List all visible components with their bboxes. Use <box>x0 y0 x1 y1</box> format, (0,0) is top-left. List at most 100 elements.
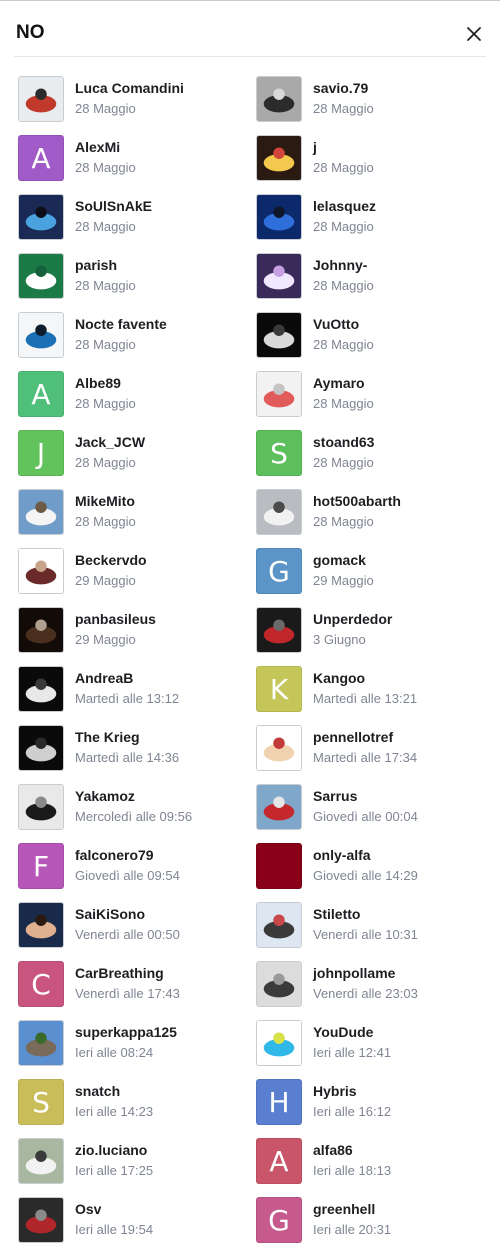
person-name[interactable]: Stiletto <box>313 906 360 922</box>
person-name[interactable]: Beckervdo <box>75 552 147 568</box>
avatar[interactable] <box>18 784 64 830</box>
person-name[interactable]: Hybris <box>313 1083 357 1099</box>
avatar[interactable] <box>18 548 64 594</box>
person-item[interactable]: VuOtto 28 Maggio <box>256 306 494 365</box>
person-item[interactable]: Osv Ieri alle 19:54 <box>18 1191 256 1250</box>
person-item[interactable]: Luca Comandini 28 Maggio <box>18 70 256 129</box>
avatar[interactable] <box>256 902 302 948</box>
person-item[interactable]: H Hybris Ieri alle 16:12 <box>256 1073 494 1132</box>
person-name[interactable]: AlexMi <box>75 139 120 155</box>
person-item[interactable]: savio.79 28 Maggio <box>256 70 494 129</box>
avatar[interactable] <box>18 312 64 358</box>
avatar[interactable] <box>18 725 64 771</box>
avatar[interactable]: A <box>256 1138 302 1184</box>
person-item[interactable]: A Albe89 28 Maggio <box>18 365 256 424</box>
person-item[interactable]: zio.luciano Ieri alle 17:25 <box>18 1132 256 1191</box>
person-name[interactable]: panbasileus <box>75 611 156 627</box>
person-item[interactable]: Aymaro 28 Maggio <box>256 365 494 424</box>
person-name[interactable]: SaiKiSono <box>75 906 145 922</box>
avatar[interactable]: A <box>18 135 64 181</box>
person-name[interactable]: Aymaro <box>313 375 365 391</box>
person-name[interactable]: AndreaB <box>75 670 133 686</box>
avatar[interactable] <box>256 76 302 122</box>
person-name[interactable]: falconero79 <box>75 847 154 863</box>
avatar[interactable] <box>256 784 302 830</box>
person-item[interactable]: j 28 Maggio <box>256 129 494 188</box>
person-item[interactable]: parish 28 Maggio <box>18 247 256 306</box>
avatar[interactable] <box>18 607 64 653</box>
person-name[interactable]: snatch <box>75 1083 120 1099</box>
person-item[interactable]: C CarBreathing Venerdì alle 17:43 <box>18 955 256 1014</box>
person-item[interactable]: Ggomack 29 Maggio <box>256 542 494 601</box>
person-name[interactable]: greenhell <box>313 1201 375 1217</box>
avatar[interactable] <box>256 371 302 417</box>
person-item[interactable]: Yakamoz Mercoledì alle 09:56 <box>18 778 256 837</box>
person-item[interactable]: Ffalconero79 Giovedì alle 09:54 <box>18 837 256 896</box>
avatar[interactable] <box>256 843 302 889</box>
person-item[interactable]: Unperdedor 3 Giugno <box>256 601 494 660</box>
avatar[interactable]: J <box>18 430 64 476</box>
avatar[interactable] <box>256 253 302 299</box>
person-name[interactable]: savio.79 <box>313 80 368 96</box>
avatar[interactable]: A <box>18 371 64 417</box>
avatar[interactable]: H <box>256 1079 302 1125</box>
person-name[interactable]: VuOtto <box>313 316 359 332</box>
person-item[interactable]: Ssnatch Ieri alle 14:23 <box>18 1073 256 1132</box>
person-item[interactable]: AndreaB Martedì alle 13:12 <box>18 660 256 719</box>
avatar[interactable] <box>256 1020 302 1066</box>
person-item[interactable]: K Kangoo Martedì alle 13:21 <box>256 660 494 719</box>
person-name[interactable]: stoand63 <box>313 434 374 450</box>
person-name[interactable]: superkappa125 <box>75 1024 177 1040</box>
person-item[interactable]: SaiKiSono Venerdì alle 00:50 <box>18 896 256 955</box>
avatar[interactable]: S <box>18 1079 64 1125</box>
person-name[interactable]: alfa86 <box>313 1142 353 1158</box>
person-name[interactable]: Osv <box>75 1201 101 1217</box>
person-name[interactable]: hot500abarth <box>313 493 401 509</box>
person-name[interactable]: YouDude <box>313 1024 373 1040</box>
person-item[interactable]: only-alfa Giovedì alle 14:29 <box>256 837 494 896</box>
person-name[interactable]: CarBreathing <box>75 965 164 981</box>
person-item[interactable]: Ggreenhell Ieri alle 20:31 <box>256 1191 494 1250</box>
person-name[interactable]: pennellotref <box>313 729 393 745</box>
person-item[interactable]: MikeMito 28 Maggio <box>18 483 256 542</box>
person-name[interactable]: Kangoo <box>313 670 365 686</box>
avatar[interactable] <box>256 135 302 181</box>
avatar[interactable] <box>18 253 64 299</box>
person-name[interactable]: MikeMito <box>75 493 135 509</box>
person-name[interactable]: Luca Comandini <box>75 80 184 96</box>
person-item[interactable]: superkappa125 Ieri alle 08:24 <box>18 1014 256 1073</box>
avatar[interactable]: G <box>256 1197 302 1243</box>
avatar[interactable] <box>18 76 64 122</box>
person-item[interactable]: Johnny- 28 Maggio <box>256 247 494 306</box>
person-name[interactable]: only-alfa <box>313 847 371 863</box>
avatar[interactable] <box>18 1197 64 1243</box>
person-name[interactable]: Johnny- <box>313 257 367 273</box>
avatar[interactable] <box>256 194 302 240</box>
avatar[interactable] <box>18 1020 64 1066</box>
person-item[interactable]: panbasileus 29 Maggio <box>18 601 256 660</box>
close-button[interactable] <box>461 21 487 47</box>
person-name[interactable]: johnpollame <box>313 965 395 981</box>
person-name[interactable]: SoUlSnAkE <box>75 198 152 214</box>
person-name[interactable]: zio.luciano <box>75 1142 147 1158</box>
person-name[interactable]: Jack_JCW <box>75 434 145 450</box>
avatar[interactable] <box>18 489 64 535</box>
person-item[interactable]: YouDude Ieri alle 12:41 <box>256 1014 494 1073</box>
person-item[interactable]: A AlexMi 28 Maggio <box>18 129 256 188</box>
person-name[interactable]: Sarrus <box>313 788 357 804</box>
person-item[interactable]: The Krieg Martedì alle 14:36 <box>18 719 256 778</box>
person-item[interactable]: hot500abarth 28 Maggio <box>256 483 494 542</box>
avatar[interactable] <box>256 607 302 653</box>
avatar[interactable]: K <box>256 666 302 712</box>
person-item[interactable]: johnpollame Venerdì alle 23:03 <box>256 955 494 1014</box>
person-name[interactable]: gomack <box>313 552 366 568</box>
person-item[interactable]: Sarrus Giovedì alle 00:04 <box>256 778 494 837</box>
avatar[interactable]: F <box>18 843 64 889</box>
avatar[interactable] <box>256 312 302 358</box>
person-item[interactable]: pennellotref Martedì alle 17:34 <box>256 719 494 778</box>
avatar[interactable]: S <box>256 430 302 476</box>
avatar[interactable] <box>256 961 302 1007</box>
avatar[interactable]: C <box>18 961 64 1007</box>
person-name[interactable]: Nocte favente <box>75 316 167 332</box>
person-name[interactable]: lelasquez <box>313 198 376 214</box>
